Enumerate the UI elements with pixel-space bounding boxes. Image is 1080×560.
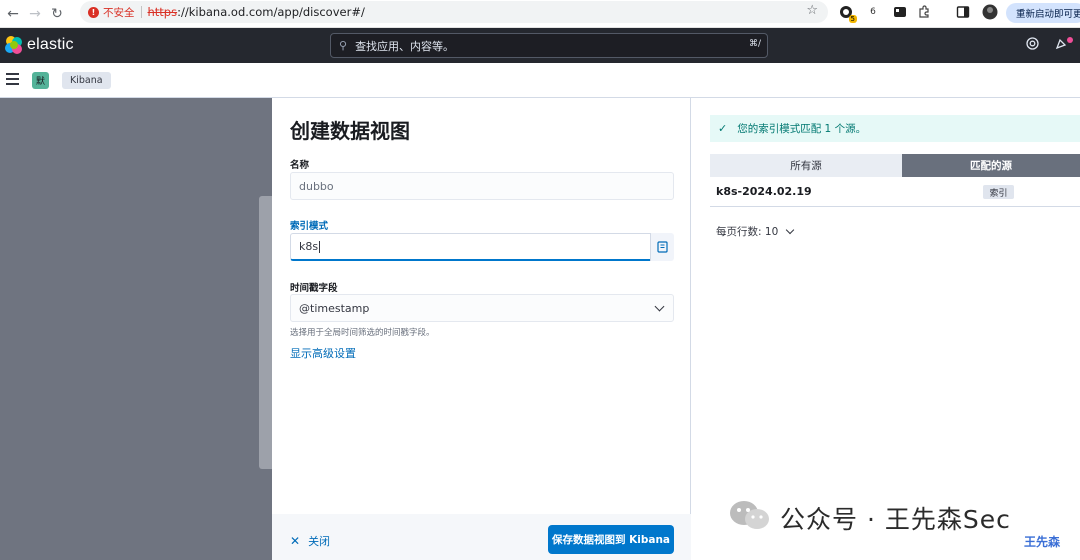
index-type-badge: 索引	[983, 185, 1014, 199]
callout-text: 您的索引模式匹配 1 个源。	[737, 123, 867, 135]
name-label: 名称	[290, 160, 310, 171]
check-icon: ✓	[718, 122, 728, 135]
show-advanced-settings-link[interactable]: 显示高级设置	[290, 345, 356, 361]
chevron-down-icon	[786, 225, 795, 235]
help-icon[interactable]	[1026, 37, 1039, 54]
breadcrumb-kibana[interactable]: Kibana	[62, 72, 111, 89]
side-panel-icon[interactable]	[955, 4, 971, 20]
save-data-view-button[interactable]: 保存数据视图到 Kibana	[548, 525, 674, 554]
url-divider	[140, 6, 142, 18]
rows-per-page-label: 每页行数:	[716, 226, 762, 238]
tab-matching-sources[interactable]: 匹配的源	[902, 154, 1080, 177]
kibana-header: elastic ⚲ 查找应用、内容等。 ⌘/	[0, 28, 1080, 63]
back-icon[interactable]: ←	[2, 3, 24, 25]
rows-per-page-value: 10	[764, 225, 779, 238]
space-avatar[interactable]: 默	[32, 72, 49, 89]
elastic-logo-icon[interactable]	[4, 35, 24, 55]
address-bar[interactable]: ! 不安全 https://kibana.od.com/app/discover…	[80, 1, 828, 23]
hamburger-menu-icon[interactable]	[6, 73, 19, 85]
close-label: 关闭	[308, 535, 331, 548]
match-success-callout: ✓ 您的索引模式匹配 1 个源。	[710, 115, 1080, 142]
tab-all-sources[interactable]: 所有源	[710, 154, 902, 177]
watermark-text: 公众号 · 王先森Sec	[780, 505, 1011, 534]
url-path: ://kibana.od.com/app/discover#/	[177, 5, 365, 19]
background-card	[259, 196, 272, 469]
index-pattern-help-icon[interactable]	[650, 233, 674, 261]
name-field[interactable]: dubbo	[290, 172, 674, 200]
extension-icon[interactable]: 5	[838, 4, 857, 23]
notification-dot	[1067, 37, 1073, 43]
timestamp-label: 时间戳字段	[290, 283, 338, 294]
index-pattern-label: 索引模式	[290, 221, 329, 232]
index-name: k8s-2024.02.19	[716, 185, 812, 198]
index-pattern-value: k8s	[299, 240, 319, 253]
rows-per-page-control[interactable]: 每页行数: 10	[716, 224, 795, 239]
url-scheme: https	[147, 5, 178, 19]
search-icon: ⚲	[339, 39, 348, 52]
timestamp-select[interactable]: @timestamp	[290, 294, 674, 322]
wechat-logo-icon	[730, 501, 769, 529]
text-caret	[319, 240, 321, 253]
close-icon: ✕	[290, 534, 301, 548]
extension-six-label: 6	[870, 7, 876, 17]
close-button[interactable]: ✕ 关闭	[290, 533, 330, 549]
global-search-input[interactable]: ⚲ 查找应用、内容等。 ⌘/	[330, 33, 768, 58]
restart-to-update-button[interactable]: 重新启动即可更新	[1006, 3, 1080, 23]
security-label[interactable]: 不安全	[103, 5, 135, 20]
extension-six-icon[interactable]: 6	[865, 4, 881, 20]
chevron-down-icon	[654, 301, 665, 312]
timestamp-help-text: 选择用于全局时间筛选的时间戳字段。	[290, 328, 435, 338]
index-pattern-field[interactable]: k8s	[290, 233, 651, 261]
reload-icon[interactable]: ↻	[46, 3, 68, 25]
kibana-subheader	[0, 63, 1080, 98]
search-placeholder: 查找应用、内容等。	[355, 39, 455, 53]
timestamp-value: @timestamp	[299, 301, 370, 315]
warning-icon: !	[88, 6, 99, 18]
brand-name[interactable]: elastic	[27, 36, 74, 54]
forward-icon[interactable]: →	[24, 3, 46, 25]
bookmark-star-icon[interactable]: ☆	[806, 3, 818, 18]
keyboard-shortcut-hint: ⌘/	[748, 39, 761, 49]
extension-dark-icon[interactable]	[892, 4, 908, 20]
extensions-puzzle-icon[interactable]	[916, 4, 932, 20]
page-overlay-mask[interactable]	[0, 98, 272, 560]
name-value: dubbo	[299, 179, 334, 193]
profile-avatar-icon[interactable]	[982, 4, 998, 20]
watermark-corner: 王先森	[1024, 535, 1061, 549]
extension-badge: 5	[848, 15, 857, 23]
flyout-title: 创建数据视图	[290, 119, 410, 143]
